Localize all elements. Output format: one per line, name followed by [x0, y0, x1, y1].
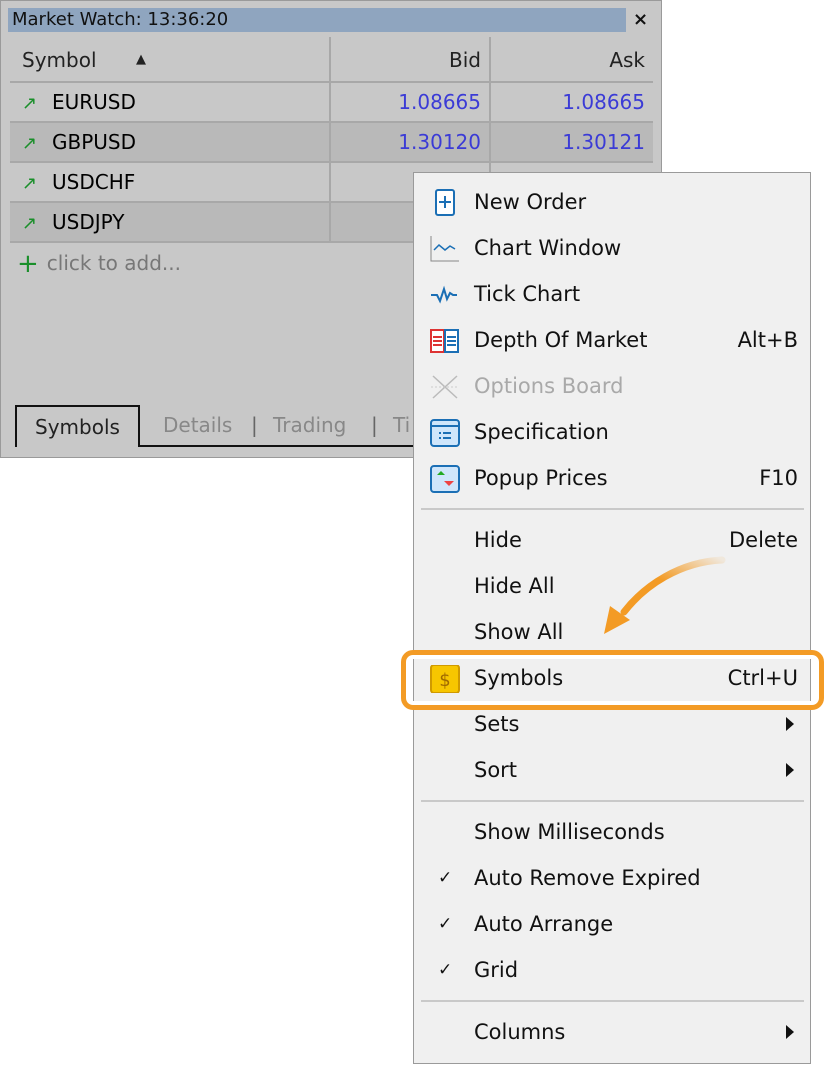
symbol-name: GBPUSD: [52, 130, 137, 154]
menu-item-specification[interactable]: Specification: [414, 409, 810, 455]
menu-separator: [421, 1000, 804, 1002]
add-symbol-row[interactable]: + click to add...: [17, 249, 181, 279]
window-title: Market Watch: 13:36:20: [8, 8, 626, 32]
menu-item-label: Show Milliseconds: [474, 820, 665, 844]
menu-item-label: Auto Remove Expired: [474, 866, 701, 890]
menu-item-shortcut: Ctrl+U: [727, 666, 798, 690]
symbol-cell: ↗ EURUSD: [10, 83, 331, 121]
menu-item-shortcut: Delete: [729, 528, 798, 552]
symbol-cell: ↗ GBPUSD: [10, 123, 331, 161]
menu-item-show-all[interactable]: Show All: [414, 609, 810, 655]
menu-item-label: Show All: [474, 620, 564, 644]
specification-icon: [430, 419, 460, 447]
menu-separator: [421, 800, 804, 802]
tick-chart-icon: [430, 281, 460, 309]
depth-of-market-icon: [430, 327, 460, 355]
tab-divider: |: [251, 413, 258, 437]
add-symbol-label: click to add...: [46, 251, 181, 275]
column-header-symbol[interactable]: Symbol ▲: [10, 37, 331, 81]
symbol-name: USDJPY: [52, 210, 125, 234]
tab-ticks[interactable]: Ti: [393, 405, 410, 445]
menu-item-label: Options Board: [474, 374, 624, 398]
new-order-icon: [430, 189, 460, 217]
menu-item-label: Depth Of Market: [474, 328, 648, 352]
checkmark-icon: ✓: [438, 868, 453, 888]
menu-item-columns[interactable]: Columns: [414, 1009, 810, 1055]
tab-details[interactable]: Details: [163, 405, 232, 445]
menu-item-chart-window[interactable]: Chart Window: [414, 225, 810, 271]
menu-item-shortcut: Alt+B: [737, 328, 798, 352]
menu-item-label: Popup Prices: [474, 466, 608, 490]
menu-item-label: Hide: [474, 528, 522, 552]
ask-price: 1.30121: [562, 130, 645, 154]
menu-item-popup-prices[interactable]: Popup Prices F10: [414, 455, 810, 501]
trend-up-icon: ↗: [22, 213, 38, 234]
table-row[interactable]: ↗ GBPUSD 1.30120 1.30121: [10, 123, 653, 163]
submenu-arrow-icon: [786, 1025, 794, 1039]
column-label: Symbol: [22, 48, 97, 72]
menu-item-options-board: Options Board: [414, 363, 810, 409]
menu-item-symbols[interactable]: $ Symbols Ctrl+U: [414, 655, 810, 701]
table-header: Symbol ▲ Bid Ask: [10, 37, 653, 83]
svg-text:$: $: [439, 670, 450, 691]
menu-item-depth-of-market[interactable]: Depth Of Market Alt+B: [414, 317, 810, 363]
menu-item-label: Grid: [474, 958, 519, 982]
popup-prices-icon: [430, 465, 460, 493]
checkmark-icon: ✓: [438, 960, 453, 980]
close-icon[interactable]: ×: [633, 9, 648, 30]
column-header-bid[interactable]: Bid: [331, 37, 491, 81]
column-header-ask[interactable]: Ask: [491, 37, 653, 81]
dollar-icon: $: [430, 664, 460, 694]
plus-icon: +: [17, 249, 39, 279]
tab-symbols[interactable]: Symbols: [15, 405, 140, 447]
menu-item-label: New Order: [474, 190, 587, 214]
bid-price: 1.30120: [331, 123, 491, 161]
symbol-name: USDCHF: [52, 170, 136, 194]
menu-item-label: Sort: [474, 758, 518, 782]
table-row[interactable]: ↗ EURUSD 1.08665 1.08665: [10, 83, 653, 123]
menu-item-new-order[interactable]: New Order: [414, 179, 810, 225]
menu-item-label: Tick Chart: [474, 282, 581, 306]
ask-price: 1.08665: [562, 90, 645, 114]
menu-item-hide-all[interactable]: Hide All: [414, 563, 810, 609]
context-menu: New Order Chart Window Tick Chart Depth Of …: [413, 172, 811, 1064]
menu-item-label: Auto Arrange: [474, 912, 614, 936]
tab-trading[interactable]: Trading: [273, 405, 346, 445]
menu-item-shortcut: F10: [759, 466, 798, 490]
menu-item-label: Chart Window: [474, 236, 622, 260]
menu-item-label: Sets: [474, 712, 520, 736]
menu-item-sort[interactable]: Sort: [414, 747, 810, 793]
symbol-name: EURUSD: [52, 90, 136, 114]
trend-up-icon: ↗: [22, 93, 38, 114]
menu-item-auto-arrange[interactable]: ✓ Auto Arrange: [414, 901, 810, 947]
sort-ascending-icon: ▲: [136, 52, 146, 67]
menu-item-label: Specification: [474, 420, 609, 444]
menu-separator: [421, 508, 804, 510]
menu-item-label: Columns: [474, 1020, 566, 1044]
submenu-arrow-icon: [786, 717, 794, 731]
symbol-cell: ↗ USDCHF: [10, 163, 331, 201]
submenu-arrow-icon: [786, 763, 794, 777]
symbol-cell: ↗ USDJPY: [10, 203, 331, 241]
menu-item-label: Hide All: [474, 574, 555, 598]
menu-item-label: Symbols: [474, 666, 564, 690]
menu-item-auto-remove-expired[interactable]: ✓ Auto Remove Expired: [414, 855, 810, 901]
chart-window-icon: [430, 235, 460, 263]
menu-item-tick-chart[interactable]: Tick Chart: [414, 271, 810, 317]
menu-item-hide[interactable]: Hide Delete: [414, 517, 810, 563]
checkmark-icon: ✓: [438, 914, 453, 934]
options-board-icon: [430, 373, 460, 401]
trend-up-icon: ↗: [22, 173, 38, 194]
tab-divider: |: [371, 413, 378, 437]
menu-item-sets[interactable]: Sets: [414, 701, 810, 747]
bid-price: 1.08665: [331, 83, 491, 121]
menu-item-grid[interactable]: ✓ Grid: [414, 947, 810, 993]
trend-up-icon: ↗: [22, 133, 38, 154]
menu-item-show-milliseconds[interactable]: Show Milliseconds: [414, 809, 810, 855]
